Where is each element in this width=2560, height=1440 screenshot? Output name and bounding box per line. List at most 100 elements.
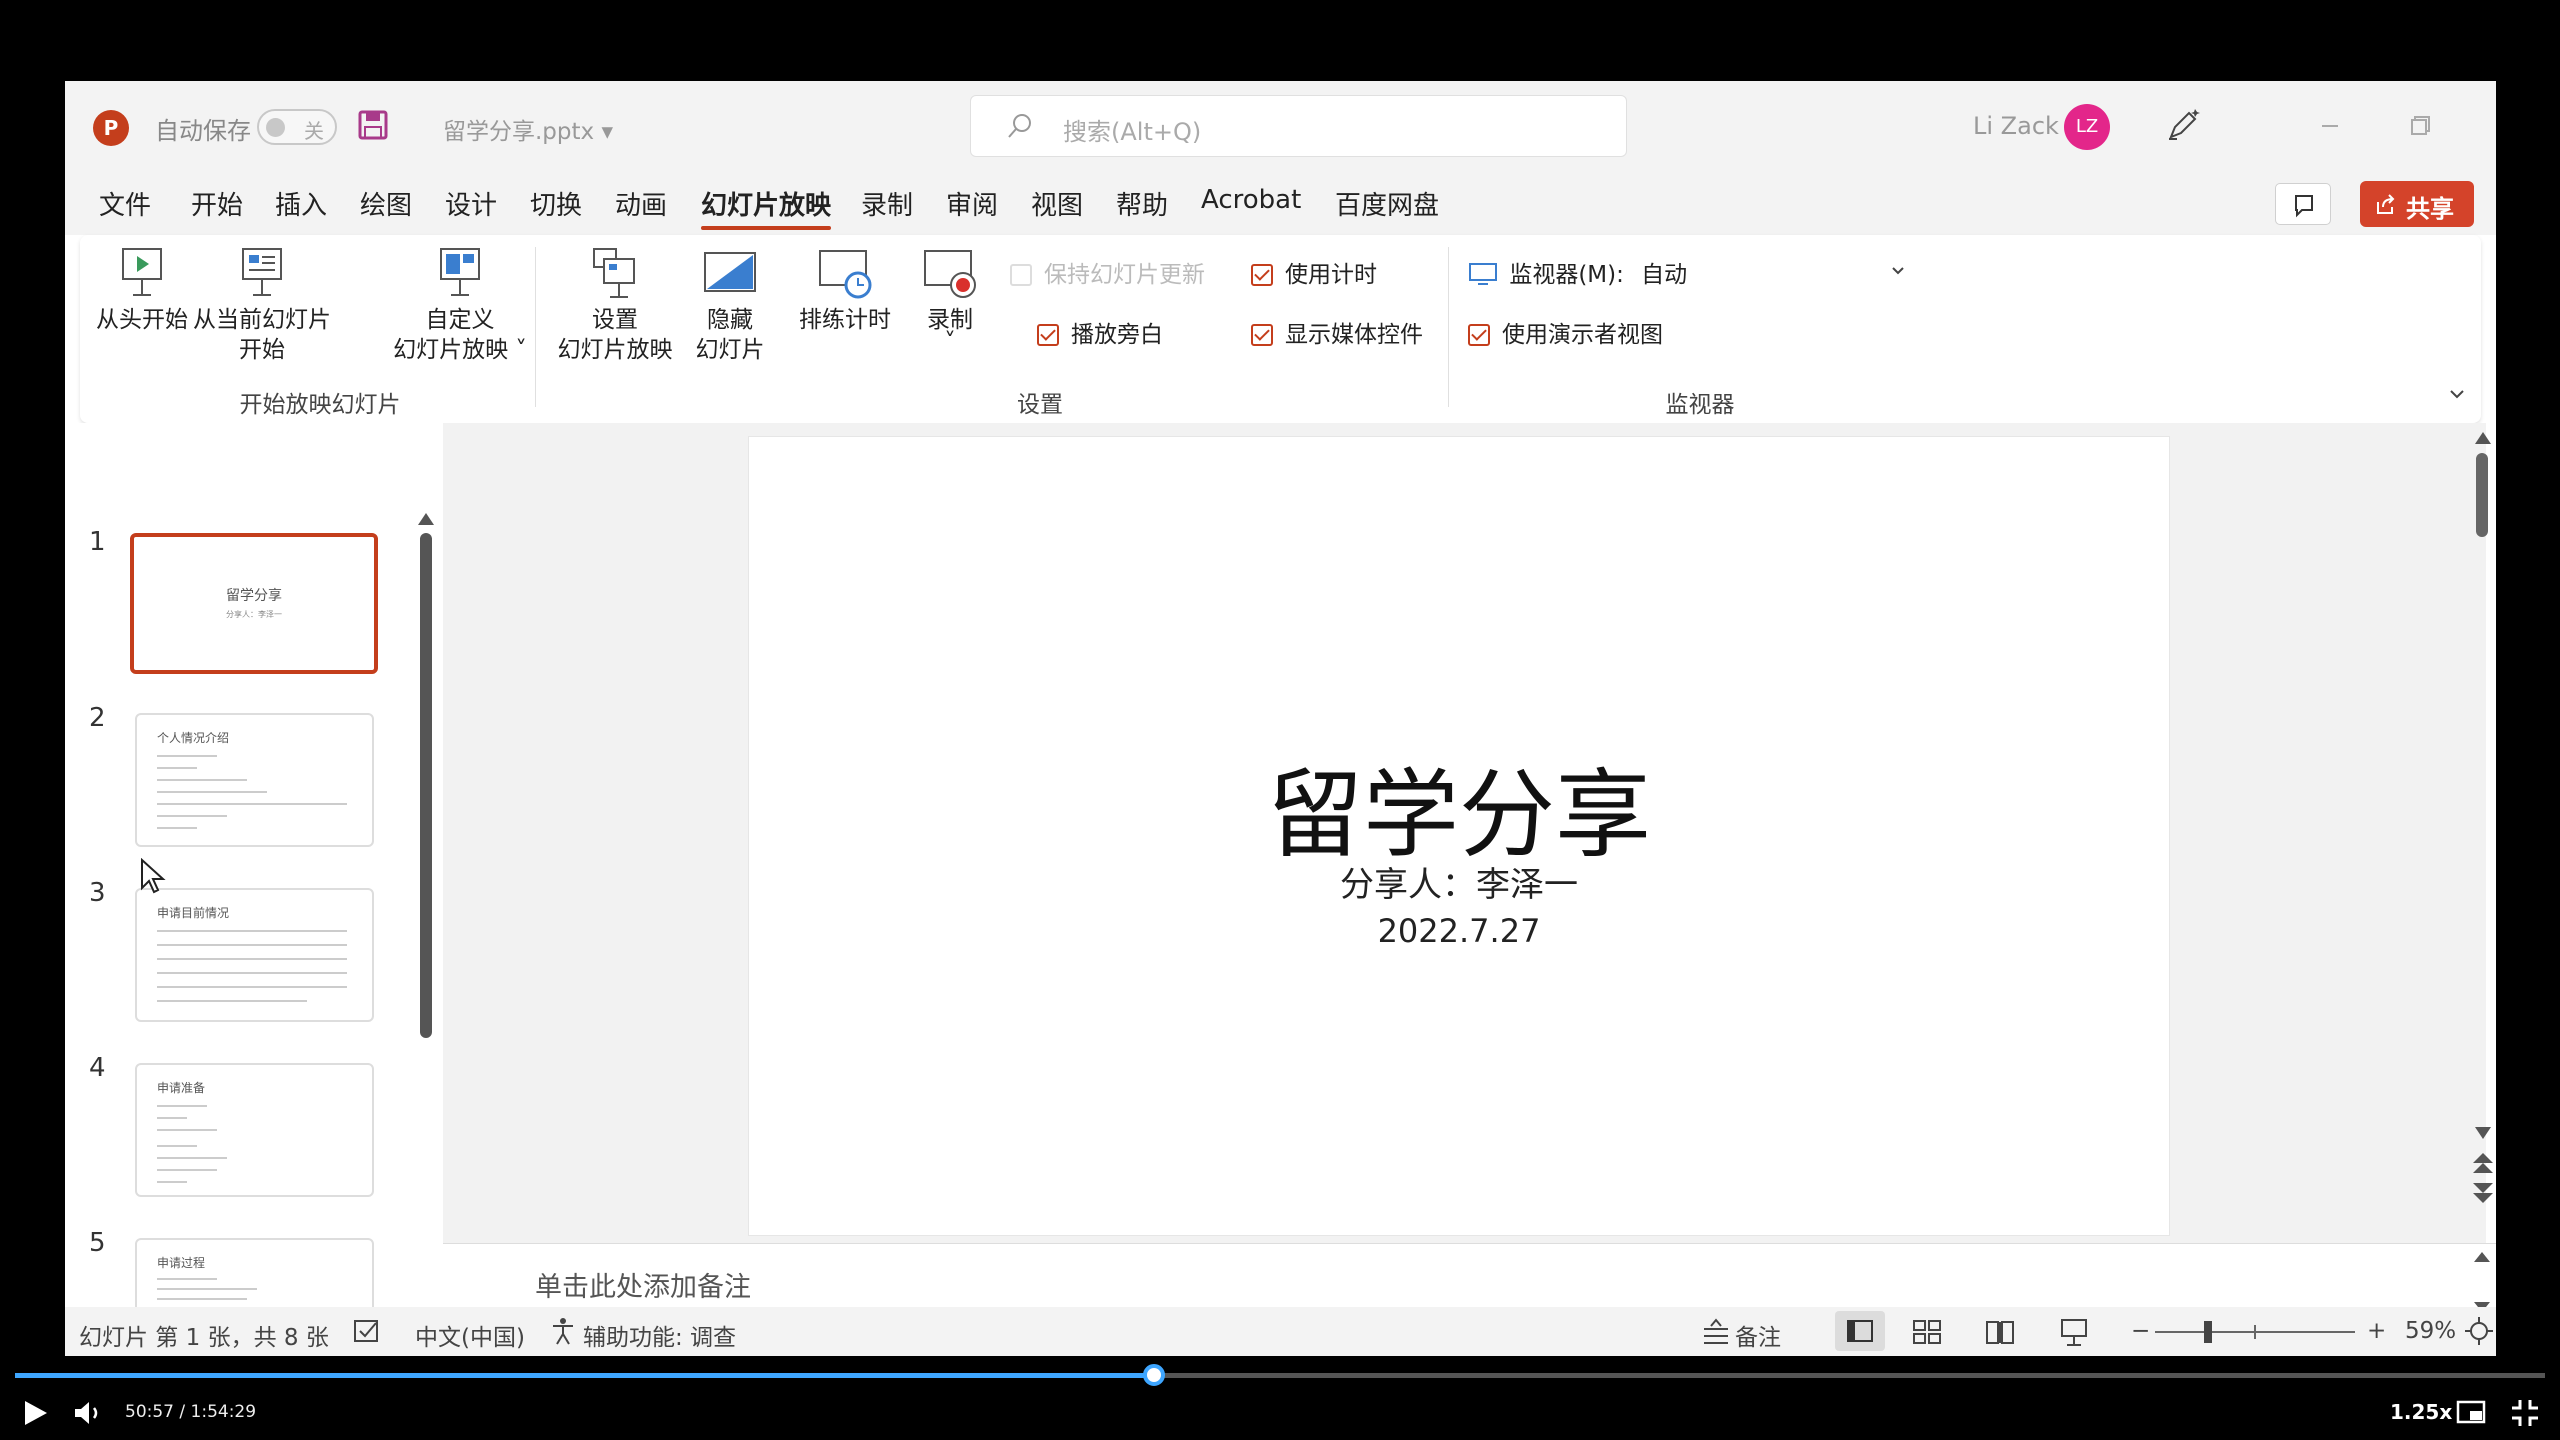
from-current-label-1: 从当前幻灯片 [193, 307, 331, 333]
close-icon[interactable] [2491, 101, 2496, 151]
thumb-text-line [157, 1117, 187, 1119]
from-current-button[interactable]: 从当前幻灯片 开始 [192, 245, 332, 365]
fit-to-window-icon[interactable] [2463, 1315, 2495, 1347]
powerpoint-logo-icon: P [93, 110, 129, 146]
volume-icon[interactable] [72, 1398, 106, 1428]
autosave-toggle[interactable]: 关 [257, 109, 337, 145]
zoom-slider-thumb[interactable] [2204, 1321, 2212, 1343]
slide-sorter-icon[interactable] [1910, 1315, 1944, 1349]
comment-icon [2295, 195, 2313, 218]
chevron-down-icon[interactable] [1888, 263, 1908, 279]
tab-review[interactable]: 审阅 [946, 185, 998, 222]
show-media-controls-checkbox[interactable]: 显示媒体控件 [1251, 315, 1423, 349]
document-name[interactable]: 留学分享.pptx ▾ [443, 112, 613, 146]
slide-presenter[interactable]: 分享人：李泽一 [749, 857, 2169, 906]
zoom-out-button[interactable]: − [2131, 1318, 2150, 1344]
notes-toggle[interactable]: 备注 [1735, 1318, 1781, 1352]
restore-icon[interactable] [2395, 101, 2445, 151]
from-start-button[interactable]: 从头开始 [92, 245, 192, 335]
tab-design[interactable]: 设计 [445, 185, 497, 222]
rehearse-timings-button[interactable]: 排练计时 [780, 245, 910, 335]
exit-fullscreen-icon[interactable] [2510, 1398, 2540, 1428]
hide-slide-label-2: 幻灯片 [695, 337, 765, 363]
playback-speed[interactable]: 1.25x [2390, 1400, 2452, 1424]
progress-fill [15, 1373, 1154, 1378]
keep-updated-checkbox: 保持幻灯片更新 [1010, 255, 1205, 289]
thumb-text-line [157, 803, 347, 805]
scroll-down-arrow[interactable] [2475, 1127, 2491, 1139]
thumb-title: 个人情况介绍 [157, 731, 230, 745]
toggle-knob [266, 118, 285, 137]
user-name[interactable]: Li Zack [1973, 112, 2059, 140]
normal-view-icon[interactable] [1835, 1311, 1885, 1351]
play-narrations-checkbox[interactable]: 播放旁白 [1037, 315, 1163, 349]
progress-handle[interactable] [1142, 1364, 1165, 1386]
thumb-text-line [157, 1278, 217, 1280]
thumb-text-line [157, 1000, 307, 1002]
tab-acrobat[interactable]: Acrobat [1201, 185, 1301, 215]
scroll-up-arrow[interactable] [2475, 432, 2491, 444]
search-input[interactable]: 搜索(Alt+Q) [970, 95, 1627, 157]
thumb-number: 1 [89, 527, 106, 557]
picture-in-picture-icon[interactable] [2456, 1400, 2486, 1426]
designer-pen-icon[interactable] [2163, 105, 2203, 145]
record-dropdown-caret[interactable]: ˅ [910, 331, 990, 354]
thumb-text-line [157, 791, 267, 793]
accessibility-status[interactable]: 辅助功能: 调查 [583, 1318, 736, 1352]
play-icon[interactable] [20, 1398, 50, 1428]
search-icon [1008, 114, 1031, 138]
share-button[interactable]: 共享 [2360, 181, 2474, 227]
slide-thumbnail-1[interactable]: 留学分享 分享人：李泽一 [130, 533, 378, 674]
setup-slideshow-icon [593, 248, 635, 298]
slide-title[interactable]: 留学分享 [749, 737, 2169, 876]
tab-slideshow[interactable]: 幻灯片放映 [701, 185, 832, 230]
zoom-slider[interactable] [2155, 1321, 2355, 1343]
collapse-ribbon-icon[interactable] [2446, 385, 2468, 403]
slide-date[interactable]: 2022.7.27 [749, 912, 2169, 950]
thumbnail-scrollbar[interactable] [420, 533, 432, 1038]
notes-placeholder[interactable]: 单击此处添加备注 [535, 1265, 751, 1304]
prev-next-slide-icon[interactable] [2469, 1151, 2496, 1205]
tab-transitions[interactable]: 切换 [530, 185, 582, 222]
avatar[interactable]: LZ [2064, 104, 2110, 150]
slide-scrollbar[interactable] [2476, 453, 2488, 537]
zoom-level[interactable]: 59% [2405, 1318, 2456, 1344]
tab-draw[interactable]: 绘图 [360, 185, 412, 222]
tab-home[interactable]: 开始 [191, 185, 243, 222]
video-progress-bar[interactable] [15, 1364, 2545, 1386]
tab-insert[interactable]: 插入 [275, 185, 327, 222]
custom-slideshow-label-2: 幻灯片放映 ˅ [393, 337, 527, 363]
checkbox-box [1037, 324, 1059, 346]
slide-thumbnail-3[interactable]: 申请目前情况 [135, 888, 374, 1022]
spelling-check-icon[interactable] [352, 1316, 382, 1346]
keep-updated-label: 保持幻灯片更新 [1044, 262, 1205, 288]
tab-animations[interactable]: 动画 [615, 185, 667, 222]
language-indicator[interactable]: 中文(中国) [415, 1318, 525, 1352]
tab-view[interactable]: 视图 [1031, 185, 1083, 222]
use-timings-checkbox[interactable]: 使用计时 [1251, 255, 1377, 289]
reading-view-icon[interactable] [1983, 1315, 2017, 1349]
tab-record[interactable]: 录制 [861, 185, 913, 222]
scroll-up-arrow[interactable] [2474, 1252, 2490, 1262]
play-from-start-icon [122, 248, 162, 296]
slide-thumbnail-2[interactable]: 个人情况介绍 [135, 713, 374, 847]
tab-baidu-netdisk[interactable]: 百度网盘 [1335, 185, 1439, 222]
slideshow-view-icon[interactable] [2057, 1315, 2091, 1349]
scroll-up-arrow[interactable] [418, 513, 434, 525]
hide-slide-button[interactable]: 隐藏 幻灯片 [680, 245, 780, 365]
zoom-in-button[interactable]: + [2367, 1318, 2386, 1344]
current-slide[interactable]: 留学分享 分享人：李泽一 2022.7.27 [748, 436, 2170, 1236]
record-button[interactable]: 录制 ˅ [910, 245, 990, 354]
monitor-select[interactable]: 监视器(M): 自动 [1468, 255, 1687, 289]
thumb-text-line [157, 767, 197, 769]
tab-help[interactable]: 帮助 [1116, 185, 1168, 222]
slide-thumbnail-4[interactable]: 申请准备 [135, 1063, 374, 1197]
comments-button[interactable] [2275, 183, 2331, 225]
presenter-view-checkbox[interactable]: 使用演示者视图 [1468, 315, 1663, 349]
custom-slideshow-button[interactable]: 自定义 幻灯片放映 ˅ [385, 245, 535, 365]
thumb-text-line [157, 958, 347, 960]
minimize-icon[interactable] [2305, 101, 2355, 151]
tab-file[interactable]: 文件 [99, 185, 151, 222]
save-icon[interactable] [357, 109, 389, 141]
setup-slideshow-button[interactable]: 设置 幻灯片放映 [550, 245, 680, 365]
